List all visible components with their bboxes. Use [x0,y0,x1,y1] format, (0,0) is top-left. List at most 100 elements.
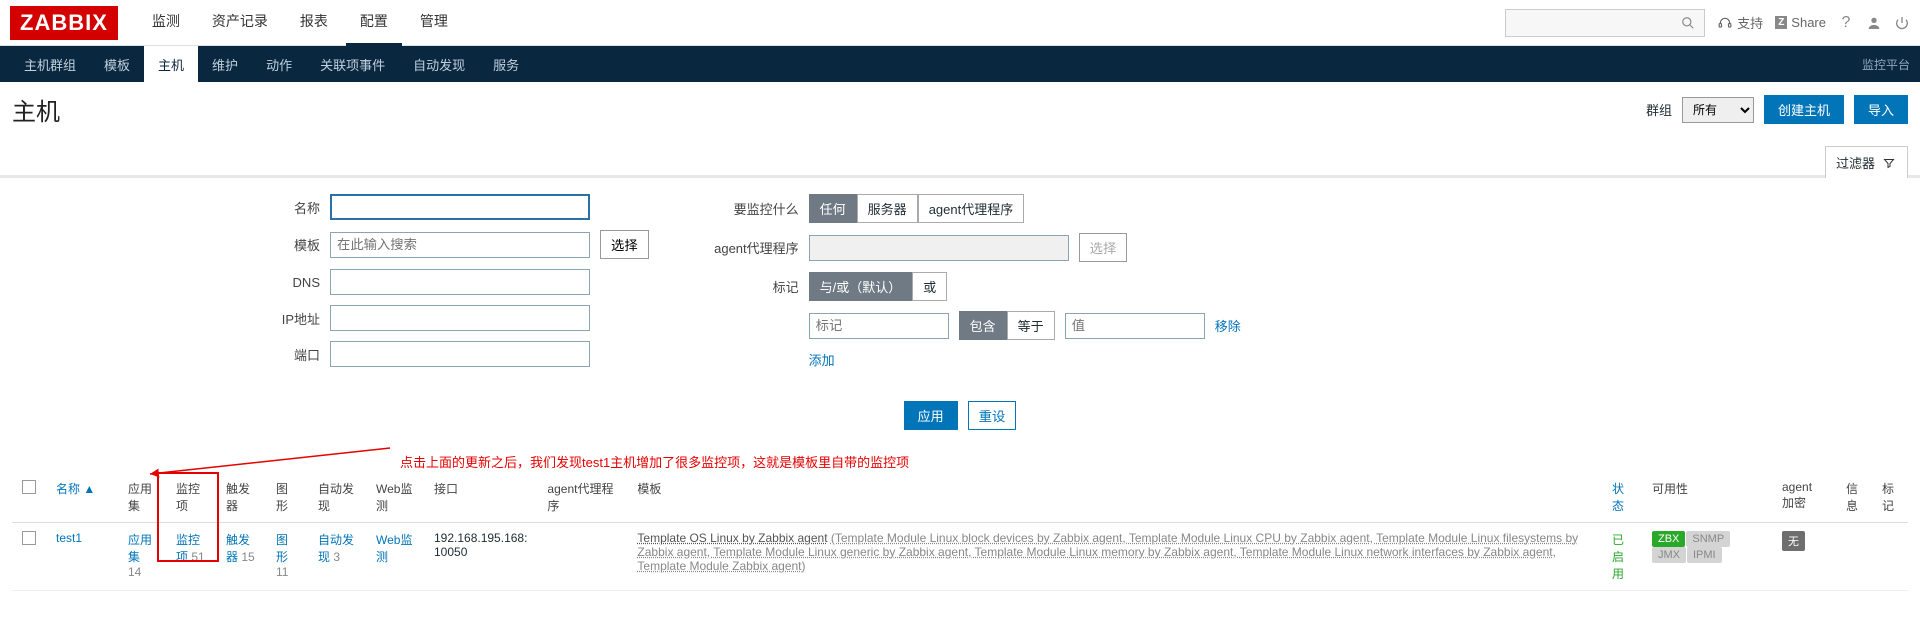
filter-icon [1881,155,1897,171]
tag-name-input[interactable] [809,313,949,339]
ip-label: IP地址 [240,309,320,328]
monitor-label: 要监控什么 [689,199,799,218]
support-link[interactable]: 支持 [1717,13,1763,32]
monitor-proxy[interactable]: agent代理程序 [918,194,1025,223]
tag-op-segment: 包含 等于 [959,311,1055,340]
table-header-row: 名称 ▲ 应用集 监控项 触发器 图形 自动发现 Web监测 接口 agent代… [12,472,1908,523]
hosts-table: 名称 ▲ 应用集 监控项 触发器 图形 自动发现 Web监测 接口 agent代… [0,472,1920,591]
col-status[interactable]: 状态 [1612,482,1624,513]
topnav-configuration[interactable]: 配置 [346,0,402,46]
tag-op-contains[interactable]: 包含 [959,311,1007,340]
subnav-hostgroups[interactable]: 主机群组 [10,46,90,83]
topnav-administration[interactable]: 管理 [406,0,462,46]
proxy-select-button: 选择 [1079,233,1128,262]
template-select-button[interactable]: 选择 [600,230,649,259]
page-title: 主机 [12,92,60,127]
proxy-label: agent代理程序 [689,238,799,257]
topnav-right: 支持 Z Share ? [1505,9,1910,37]
filter-toggle[interactable]: 过滤器 [1825,146,1908,178]
templates-cell: Template OS Linux by Zabbix agent (Templ… [627,523,1602,591]
interface-cell: 192.168.195.168: 10050 [424,523,537,591]
jmx-badge: JMX [1652,547,1686,563]
col-name[interactable]: 名称 ▲ [56,482,95,496]
user-icon[interactable] [1866,15,1882,31]
name-input[interactable] [330,194,590,220]
template-input[interactable] [330,232,590,258]
tag-op-equals[interactable]: 等于 [1007,311,1055,340]
annotation: 点击上面的更新之后，我们发现test1主机增加了很多监控项，这就是模板里自带的监… [0,446,1920,472]
sub-nav: 主机群组 模板 主机 维护 动作 关联项事件 自动发现 服务 监控平台 [0,46,1920,82]
port-input[interactable] [330,341,590,367]
col-templates: 模板 [627,472,1602,523]
zbx-badge: ZBX [1652,531,1685,547]
dns-label: DNS [240,275,320,290]
proxy-cell [537,523,627,591]
tag-value-input[interactable] [1065,313,1205,339]
page-header: 主机 群组 所有 创建主机 导入 [0,82,1920,137]
power-icon[interactable] [1894,15,1910,31]
col-interface: 接口 [424,472,537,523]
proxy-input [809,235,1069,261]
col-apps: 应用集 [118,472,166,523]
subnav-discovery[interactable]: 自动发现 [399,46,479,83]
monitor-server[interactable]: 服务器 [857,194,918,223]
help-icon[interactable]: ? [1838,15,1854,31]
status-toggle[interactable]: 已启用 [1612,533,1624,581]
template-main-link[interactable]: Template OS Linux by Zabbix agent [637,531,827,545]
select-all-checkbox[interactable] [22,480,36,494]
dns-input[interactable] [330,269,590,295]
brand-logo[interactable]: ZABBIX [10,6,118,40]
web-link[interactable]: Web监测 [376,533,412,564]
import-button[interactable]: 导入 [1854,95,1908,124]
ipmi-badge: IPMI [1687,547,1722,563]
share-label: Share [1791,15,1826,30]
topnav-inventory[interactable]: 资产记录 [198,0,282,46]
ip-input[interactable] [330,305,590,331]
col-tags: 标记 [1872,472,1908,523]
create-host-button[interactable]: 创建主机 [1764,95,1844,124]
tag-mode-or[interactable]: 或 [912,272,947,301]
graphs-link[interactable]: 图形 [276,533,288,564]
col-web: Web监测 [366,472,424,523]
items-count: 51 [191,550,204,564]
group-select[interactable]: 所有 [1682,97,1754,123]
tag-add-link[interactable]: 添加 [809,350,835,369]
row-checkbox[interactable] [22,531,36,545]
subnav-templates[interactable]: 模板 [90,46,144,83]
annotation-text: 点击上面的更新之后，我们发现test1主机增加了很多监控项，这就是模板里自带的监… [400,452,909,471]
col-info: 信息 [1836,472,1872,523]
apps-link[interactable]: 应用集 [128,533,152,564]
template-label: 模板 [240,235,320,254]
share-link[interactable]: Z Share [1775,15,1826,30]
topnav-reports[interactable]: 报表 [286,0,342,46]
subnav-services[interactable]: 服务 [479,46,533,83]
tag-mode-andor[interactable]: 与/或（默认） [809,272,913,301]
filter-label: 过滤器 [1836,153,1875,172]
subnav-correlation[interactable]: 关联项事件 [306,46,399,83]
reset-button[interactable]: 重设 [968,401,1017,430]
discovery-count: 3 [333,550,340,564]
apply-button[interactable]: 应用 [904,401,958,430]
subnav-actions[interactable]: 动作 [252,46,306,83]
headset-icon [1717,15,1733,31]
snmp-badge: SNMP [1686,531,1730,547]
col-agent-enc: agent 加密 [1772,472,1836,523]
top-nav: ZABBIX 监测 资产记录 报表 配置 管理 支持 Z Share ? [0,0,1920,46]
tag-remove-link[interactable]: 移除 [1215,316,1241,335]
search-icon [1680,15,1696,31]
host-name-link[interactable]: test1 [56,531,82,545]
triggers-count: 15 [241,550,254,564]
availability-cell: ZBXSNMPJMXIPMI [1642,523,1772,591]
global-search[interactable] [1505,9,1705,37]
topnav-items: 监测 资产记录 报表 配置 管理 [138,0,462,46]
subnav-maintenance[interactable]: 维护 [198,46,252,83]
monitor-segment: 任何 服务器 agent代理程序 [809,194,1025,223]
subnav-hosts[interactable]: 主机 [144,46,198,83]
subnav-platform[interactable]: 监控平台 [1862,56,1910,73]
graphs-count: 11 [276,565,288,579]
group-label: 群组 [1646,100,1672,119]
monitor-any[interactable]: 任何 [809,194,857,223]
topnav-monitoring[interactable]: 监测 [138,0,194,46]
name-label: 名称 [240,198,320,217]
encryption-badge: 无 [1782,531,1805,551]
